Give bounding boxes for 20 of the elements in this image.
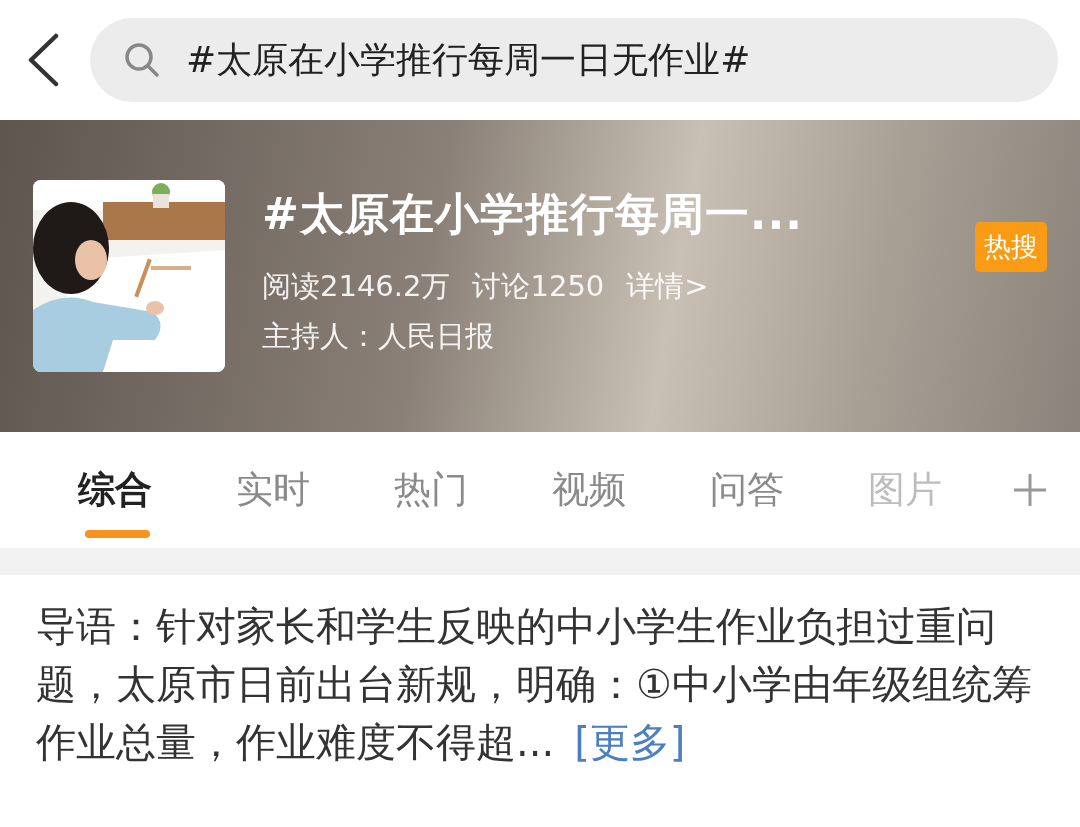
tab-underline bbox=[85, 530, 150, 538]
hot-search-badge: 热搜 bbox=[975, 222, 1047, 272]
tab[interactable]: 图片 bbox=[868, 432, 1026, 548]
details-link[interactable]: 详情> bbox=[626, 266, 709, 306]
tab[interactable]: 问答 bbox=[710, 432, 868, 548]
back-icon[interactable] bbox=[26, 33, 60, 87]
stat-text: 阅读2146.2万 bbox=[262, 268, 451, 305]
tab[interactable]: 实时 bbox=[236, 432, 394, 548]
tab[interactable]: 热门 bbox=[394, 432, 552, 548]
tab[interactable]: 综合 bbox=[78, 432, 236, 548]
tab[interactable]: 视频 bbox=[552, 432, 710, 548]
search-query: #太原在小学推行每周一日无作业# bbox=[186, 38, 751, 82]
more-link[interactable]: [更多] bbox=[574, 719, 686, 765]
host-text: 主持人：人民日报 bbox=[262, 318, 495, 355]
search-icon bbox=[124, 42, 160, 78]
add-icon[interactable] bbox=[1012, 472, 1048, 508]
topic-title: #太原在小学推行每周一... bbox=[262, 187, 803, 241]
intro-paragraph: 导语：针对家长和学生反映的中小学生作业负担过重问题，太原市日前出台新规，明确：①中小学由年级组统筹作业总量，作业难度不得超... [更多] bbox=[36, 602, 1033, 767]
stat-text: 讨论1250 bbox=[472, 268, 605, 305]
search-field[interactable]: #太原在小学推行每周一日无作业# bbox=[90, 18, 1058, 102]
